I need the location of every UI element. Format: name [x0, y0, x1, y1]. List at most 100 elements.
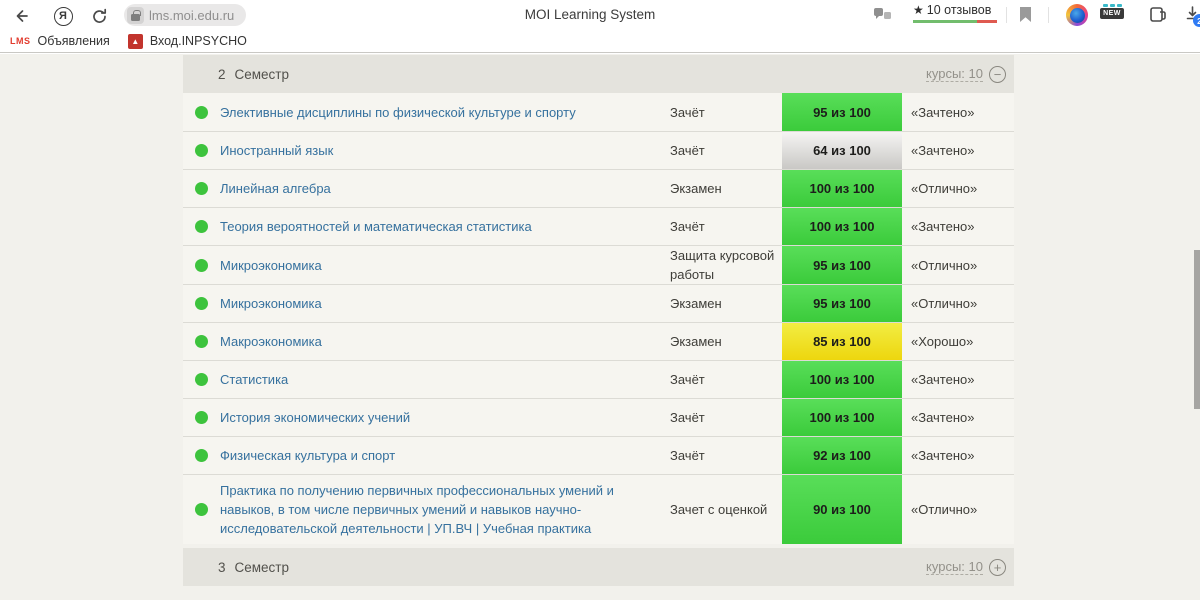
assessment-type: Зачёт	[670, 448, 705, 463]
status-dot-icon	[195, 144, 208, 157]
course-row: Макроэкономика Экзамен 85 из 100 «Хорошо…	[183, 322, 1014, 360]
assessment-type: Зачёт	[670, 372, 705, 387]
score-text: 100 из 100	[809, 410, 875, 425]
course-name-cell: Иностранный язык	[220, 135, 670, 166]
bookmark-label: Вход.INPSYCHO	[149, 34, 247, 48]
status-dot-icon	[195, 411, 208, 424]
collapse-section-icon[interactable]: −	[989, 65, 1006, 83]
expand-section-icon[interactable]: +	[989, 558, 1006, 576]
course-name-cell: История экономических учений	[220, 402, 670, 433]
inpsycho-favicon-icon: ▲	[127, 33, 143, 49]
status-cell	[183, 373, 220, 386]
lms-favicon-icon: LMS	[10, 36, 31, 46]
course-link[interactable]: Теория вероятностей и математическая ста…	[220, 219, 532, 234]
page-title: MOI Learning System	[524, 7, 656, 22]
site-reviews-icon[interactable]	[873, 6, 893, 29]
course-link[interactable]: Микроэкономика	[220, 258, 322, 273]
status-dot-icon	[195, 503, 208, 516]
semester-title: Семестр	[234, 66, 290, 82]
course-link[interactable]: Физическая культура и спорт	[220, 448, 395, 463]
courses-count-link[interactable]: курсы: 10	[926, 559, 983, 575]
score-text: 100 из 100	[809, 181, 875, 196]
score-text: 92 из 100	[813, 448, 871, 463]
course-name-cell: Теория вероятностей и математическая ста…	[220, 211, 670, 242]
grade-text: «Отлично»	[911, 257, 978, 273]
course-row: Микроэкономика Экзамен 95 из 100 «Отличн…	[183, 284, 1014, 322]
course-link[interactable]: Практика по получению первичных професси…	[220, 483, 614, 536]
score-badge: 64 из 100	[782, 132, 902, 169]
browser-toolbar: Я lms.moi.edu.ru MOI Learning System ★★ …	[0, 0, 1200, 30]
downloads-button[interactable]: 2	[1184, 5, 1200, 27]
bookmark-inpsycho-login[interactable]: ▲ Вход.INPSYCHO	[127, 33, 247, 49]
assessment-type: Зачёт	[670, 143, 705, 158]
status-dot-icon	[195, 258, 208, 272]
course-link[interactable]: Макроэкономика	[220, 334, 322, 349]
toolbar-separator	[1048, 7, 1049, 23]
toolbar-separator	[1006, 7, 1007, 23]
collections-icon[interactable]	[1146, 5, 1168, 30]
score-badge: 90 из 100	[782, 475, 902, 544]
assessment-type: Защита курсовой работы	[670, 248, 775, 282]
course-row: Элективные дисциплины по физической куль…	[183, 93, 1014, 131]
grade-text: «Зачтено»	[911, 448, 975, 463]
status-cell	[183, 220, 220, 233]
status-dot-icon	[195, 373, 208, 386]
course-link[interactable]: Микроэкономика	[220, 296, 322, 311]
course-link[interactable]: Иностранный язык	[220, 143, 333, 158]
course-name-cell: Практика по получению первичных професси…	[220, 475, 670, 544]
semester-3-header: 3 Семестр курсы: 10 +	[183, 548, 1014, 586]
extension-browser-icon[interactable]	[1066, 4, 1088, 26]
course-row: Статистика Зачёт 100 из 100 «Зачтено»	[183, 360, 1014, 398]
semester-sections: 2 Семестр курсы: 10 − Элективные дисципл…	[183, 55, 1014, 586]
extension-new-icon[interactable]: NEW	[1100, 4, 1124, 19]
score-badge: 85 из 100	[782, 323, 902, 360]
grade-text: «Зачтено»	[911, 372, 975, 387]
assessment-type: Зачёт	[670, 104, 705, 120]
status-cell	[183, 411, 220, 424]
course-name-cell: Линейная алгебра	[220, 173, 670, 204]
status-cell	[183, 105, 220, 119]
course-link[interactable]: Элективные дисциплины по физической куль…	[220, 105, 576, 120]
assessment-type: Зачёт	[670, 219, 705, 234]
star-icon: ★	[913, 3, 924, 17]
status-cell	[183, 449, 220, 462]
score-badge: 100 из 100	[782, 170, 902, 207]
course-link[interactable]: Линейная алгебра	[220, 181, 331, 196]
course-name-cell: Макроэкономика	[220, 326, 670, 357]
status-cell	[183, 503, 220, 516]
grade-text: «Зачтено»	[911, 410, 975, 425]
status-cell	[183, 258, 220, 272]
score-text: 95 из 100	[813, 257, 871, 273]
score-text: 85 из 100	[813, 334, 871, 349]
score-badge: 92 из 100	[782, 437, 902, 474]
score-badge: 100 из 100	[782, 208, 902, 245]
rating-bar	[913, 20, 997, 23]
bookmark-label: Объявления	[37, 34, 110, 48]
score-text: 100 из 100	[809, 372, 875, 387]
score-badge: 95 из 100	[782, 246, 902, 284]
course-link[interactable]: История экономических учений	[220, 410, 410, 425]
grade-text: «Зачтено»	[911, 143, 975, 158]
course-row: История экономических учений Зачёт 100 и…	[183, 398, 1014, 436]
reviews-rating[interactable]: ★★ 10 отзывов10 отзывов	[913, 3, 997, 23]
bookmarks-bar: LMS Объявления ▲ Вход.INPSYCHO	[0, 30, 1200, 53]
scrollbar-thumb[interactable]	[1194, 250, 1200, 409]
score-badge: 100 из 100	[782, 361, 902, 398]
assessment-type: Экзамен	[670, 334, 722, 349]
download-count-badge: 2	[1193, 14, 1200, 27]
course-name-cell: Физическая культура и спорт	[220, 440, 670, 471]
status-cell	[183, 182, 220, 195]
status-dot-icon	[195, 220, 208, 233]
courses-count-link[interactable]: курсы: 10	[926, 66, 983, 82]
score-text: 90 из 100	[813, 502, 871, 517]
new-icon-label: NEW	[1100, 8, 1124, 19]
bookmark-announcements[interactable]: LMS Объявления	[10, 34, 110, 48]
assessment-type: Зачёт	[670, 410, 705, 425]
reviews-label: ★★ 10 отзывов10 отзывов	[913, 3, 992, 17]
assessment-type: Зачет с оценкой	[670, 502, 768, 517]
score-text: 100 из 100	[809, 219, 875, 234]
course-name-cell: Элективные дисциплины по физической куль…	[220, 97, 670, 128]
grade-text: «Хорошо»	[911, 334, 974, 349]
status-dot-icon	[195, 182, 208, 195]
course-link[interactable]: Статистика	[220, 372, 288, 387]
